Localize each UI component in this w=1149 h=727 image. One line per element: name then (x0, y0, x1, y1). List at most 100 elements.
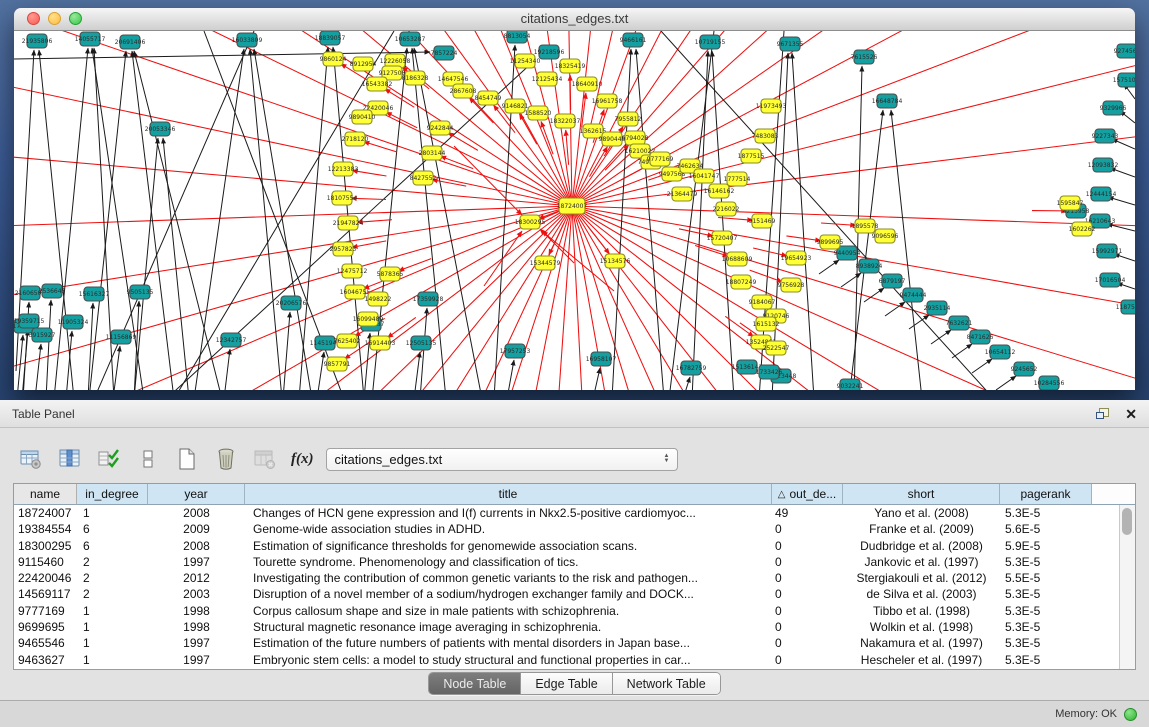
graph-node-yellow[interactable]: 8454749 (475, 91, 502, 105)
table-row[interactable]: 977716911998Corpus callosum shape and si… (14, 603, 1135, 619)
table-row[interactable]: 1456911722003Disruption of a novel membe… (14, 586, 1135, 602)
graph-node-yellow[interactable]: 1588520 (525, 106, 552, 120)
graph-node-teal[interactable]: 16958107 (586, 352, 617, 366)
tab-node-table[interactable]: Node Table (429, 673, 521, 694)
graph-node-yellow[interactable]: 18300295 (515, 215, 546, 229)
cell-title[interactable]: Genome-wide association studies in ADHD. (245, 521, 772, 537)
cell-year[interactable]: 2008 (148, 505, 245, 521)
graph-node-yellow[interactable]: 1877515 (738, 149, 765, 163)
cell-pagerank[interactable]: 5.3E-5 (1000, 619, 1092, 635)
table-row[interactable]: 946362711997Embryonic stem cells: a mode… (14, 652, 1135, 668)
cell-year[interactable]: 1997 (148, 652, 245, 668)
cell-in-degree[interactable]: 6 (77, 538, 148, 554)
graph-node-teal[interactable]: 20691406 (115, 35, 146, 49)
cell-year[interactable]: 1997 (148, 635, 245, 651)
graph-node-yellow[interactable]: 2867608 (450, 84, 477, 98)
cell-in-degree[interactable]: 2 (77, 586, 148, 602)
column-header-pagerank[interactable]: pagerank (1000, 484, 1092, 505)
table-row[interactable]: 969969511998Structural magnetic resonanc… (14, 619, 1135, 635)
cell-year[interactable]: 1997 (148, 554, 245, 570)
graph-node-teal[interactable]: 9227343 (1092, 129, 1119, 143)
close-icon[interactable]: ✕ (1125, 407, 1137, 421)
graph-node-teal[interactable]: 2935114 (924, 301, 951, 315)
delete-table-button[interactable] (213, 446, 239, 472)
graph-node-yellow[interactable]: 9151469 (749, 214, 776, 228)
graph-node-teal[interactable]: 21935806 (22, 34, 53, 48)
cell-name[interactable]: 22420046 (14, 570, 77, 586)
cell-short[interactable]: Stergiakouli et al. (2012) (843, 570, 1000, 586)
table-column-button[interactable] (57, 446, 83, 472)
function-builder-icon[interactable]: f(x) (291, 451, 314, 468)
cell-short[interactable]: Yano et al. (2008) (843, 505, 1000, 521)
cell-pagerank[interactable]: 5.3E-5 (1000, 505, 1092, 521)
graph-node-teal[interactable]: 12444154 (1086, 187, 1117, 201)
column-header-short[interactable]: short (843, 484, 1000, 505)
cell-name[interactable]: 9777169 (14, 603, 77, 619)
graph-node-teal[interactable]: 12342757 (216, 333, 247, 347)
cell-name[interactable]: 9115460 (14, 554, 77, 570)
cell-year[interactable]: 2008 (148, 538, 245, 554)
graph-node-yellow[interactable]: 9857791 (324, 357, 351, 371)
cell-title[interactable]: Structural magnetic resonance image aver… (245, 619, 772, 635)
graph-node-yellow[interactable]: 9860124 (320, 52, 347, 66)
graph-node-teal[interactable]: 15616327 (79, 287, 110, 301)
graph-node-yellow[interactable]: 9890410 (349, 110, 376, 124)
cell-title[interactable]: Tourette syndrome. Phenomenology and cla… (245, 554, 772, 570)
network-window-titlebar[interactable]: citations_edges.txt (14, 8, 1135, 31)
column-header-title[interactable]: title (245, 484, 772, 505)
graph-node-yellow[interactable]: 2957823 (330, 242, 357, 256)
cell-pagerank[interactable]: 5.5E-5 (1000, 570, 1092, 586)
graph-node-yellow[interactable]: 1895578 (852, 219, 879, 233)
cell-in-degree[interactable]: 2 (77, 554, 148, 570)
graph-node-yellow[interactable]: 11973493 (756, 99, 787, 113)
network-canvas[interactable]: 2193580614055717206914061603380918839057… (14, 31, 1135, 390)
graph-node-yellow[interactable]: 8186328 (402, 71, 429, 85)
cell-short[interactable]: Dudbridge et al. (2008) (843, 538, 1000, 554)
cell-out-de-[interactable]: 0 (772, 570, 843, 586)
network-table-select[interactable]: citations_edges.txt ▲ ▼ (326, 448, 678, 471)
graph-node-yellow[interactable]: 21364479 (667, 187, 698, 201)
cell-in-degree[interactable]: 1 (77, 652, 148, 668)
cell-short[interactable]: Nakamura et al. (1997) (843, 635, 1000, 651)
graph-node-yellow[interactable]: 8912954 (350, 57, 377, 71)
graph-node-teal[interactable]: 8938924 (856, 259, 883, 273)
graph-node-teal[interactable]: 20053346 (145, 122, 176, 136)
graph-node-yellow[interactable]: 12213383 (328, 162, 359, 176)
graph-node-teal[interactable]: 9329966 (1100, 101, 1127, 115)
graph-node-teal[interactable]: 10284556 (1034, 376, 1065, 390)
table-row[interactable]: 1830029562008Estimation of significance … (14, 538, 1135, 554)
cell-year[interactable]: 2003 (148, 586, 245, 602)
cell-title[interactable]: Investigating the contribution of common… (245, 570, 772, 586)
graph-node-teal[interactable]: 7615526 (851, 50, 878, 64)
cell-out-de-[interactable]: 0 (772, 603, 843, 619)
select-stepper-icon[interactable]: ▲ ▼ (661, 454, 673, 464)
graph-node-yellow[interactable]: 6794028 (622, 131, 649, 145)
graph-node-teal[interactable]: 17016504 (1095, 273, 1126, 287)
tab-network-table[interactable]: Network Table (613, 673, 720, 694)
table-vertical-scrollbar[interactable] (1119, 505, 1135, 669)
table-row[interactable]: 911546021997Tourette syndrome. Phenomeno… (14, 554, 1135, 570)
cell-title[interactable]: Changes of HCN gene expression and I(f) … (245, 505, 772, 521)
cell-out-de-[interactable]: 0 (772, 619, 843, 635)
graph-node-yellow[interactable]: 1602262 (1069, 222, 1096, 236)
select-rows-button[interactable] (96, 446, 122, 472)
cell-name[interactable]: 18724007 (14, 505, 77, 521)
graph-node-yellow[interactable]: 2718120 (342, 132, 369, 146)
graph-node-teal[interactable]: 1733426 (756, 365, 783, 379)
graph-node-teal[interactable]: 9274561 (1114, 44, 1135, 58)
graph-node-teal[interactable]: 18839057 (315, 31, 346, 45)
tab-edge-table[interactable]: Edge Table (521, 673, 612, 694)
graph-node-teal[interactable]: 9671355 (777, 37, 804, 51)
cell-in-degree[interactable]: 1 (77, 619, 148, 635)
graph-node-teal[interactable]: 17957253 (500, 344, 531, 358)
graph-node-teal[interactable]: 9474444 (900, 288, 927, 302)
cell-out-de-[interactable]: 0 (772, 652, 843, 668)
network-window[interactable]: citations_edges.txt 21935806140557172069… (14, 8, 1135, 390)
graph-node-yellow[interactable]: 7625402 (334, 334, 361, 348)
graph-node-teal[interactable]: 3915927 (29, 328, 56, 342)
table-row[interactable]: 2242004622012Investigating the contribut… (14, 570, 1135, 586)
graph-node-yellow[interactable]: 21947824 (333, 216, 364, 230)
cell-pagerank[interactable]: 5.3E-5 (1000, 554, 1092, 570)
graph-node-yellow[interactable]: 18640910 (572, 77, 603, 91)
graph-node-yellow[interactable]: 1498222 (365, 292, 392, 306)
